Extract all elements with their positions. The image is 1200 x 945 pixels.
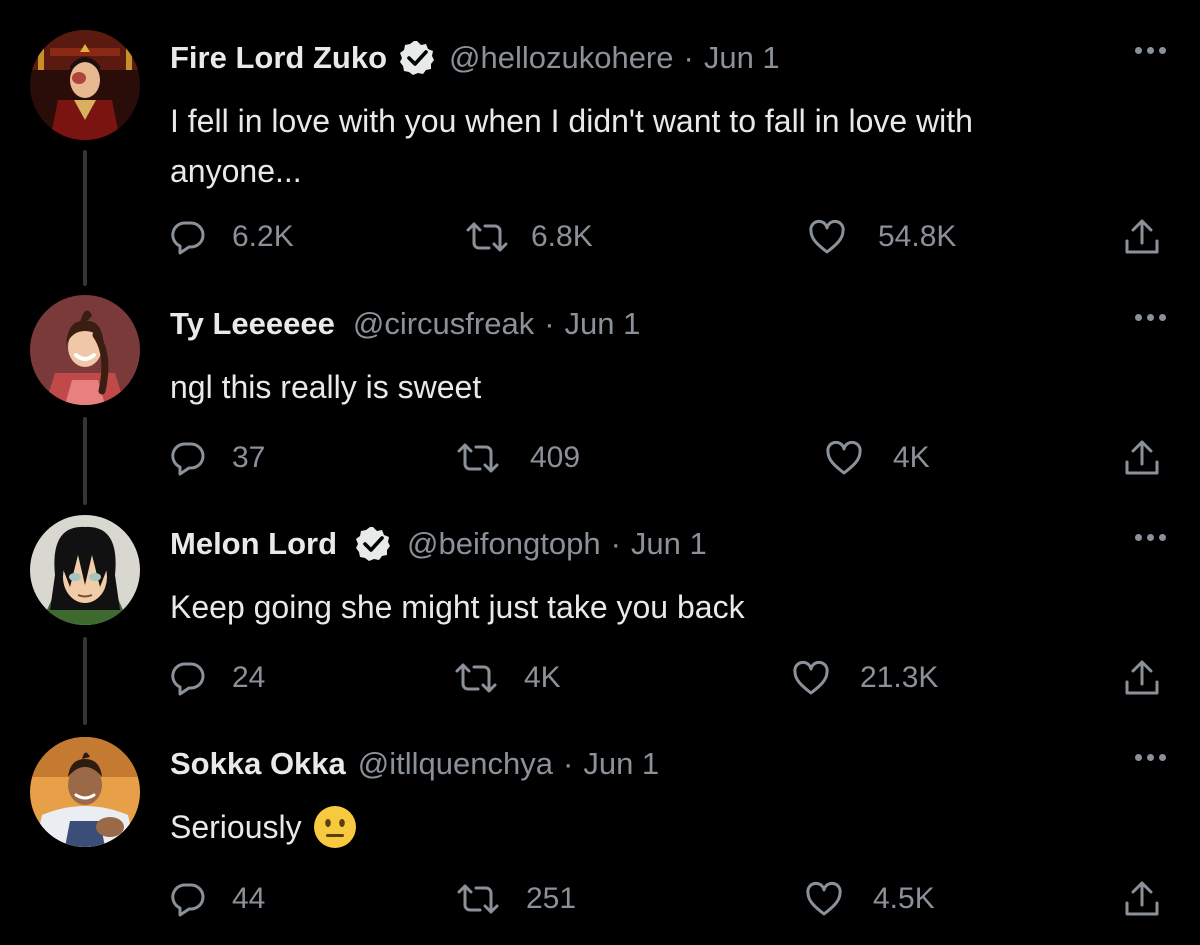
reply-count: 6.2K	[232, 220, 294, 253]
like-button[interactable]: 4K	[825, 433, 930, 483]
tweet-text: Keep going she might just take you back	[170, 582, 1110, 632]
verified-badge-icon	[399, 40, 435, 76]
tweet-header: Sokka Okka @itllquenchya · Jun 1	[170, 742, 659, 786]
tweet-text-body: I fell in love with you when I didn't wa…	[170, 103, 973, 189]
retweet-icon	[455, 663, 497, 693]
reply-button[interactable]: 24	[170, 653, 265, 703]
tweet-header: Fire Lord Zuko @hellozukohere · Jun 1	[170, 36, 780, 80]
like-count: 21.3K	[860, 661, 939, 694]
retweet-count: 6.8K	[531, 220, 593, 253]
like-count: 4K	[893, 441, 930, 474]
tweet-header: Melon Lord @beifongtoph · Jun 1	[170, 522, 707, 566]
tweet[interactable]: Sokka Okka @itllquenchya · Jun 1 Serious…	[0, 710, 1200, 945]
tweet-text-body: Seriously	[170, 809, 302, 845]
tweet-date[interactable]: Jun 1	[583, 746, 659, 782]
tweet-text: ngl this really is sweet	[170, 362, 1110, 412]
like-button[interactable]: 54.8K	[808, 212, 956, 262]
avatar[interactable]	[30, 737, 140, 847]
separator: ·	[610, 526, 621, 561]
tweet-date[interactable]: Jun 1	[565, 306, 641, 342]
heart-icon	[826, 440, 862, 475]
tweet-header: Ty Leeeeee @circusfreak · Jun 1	[170, 302, 640, 346]
reply-count: 24	[232, 661, 266, 694]
like-count: 4.5K	[873, 882, 935, 915]
share-button[interactable]	[1122, 433, 1162, 483]
more-icon[interactable]	[1130, 40, 1170, 60]
tweet-actions: 6.2K 6.8K 54.8K	[0, 212, 1200, 262]
avatar[interactable]	[30, 515, 140, 625]
share-button[interactable]	[1122, 212, 1162, 262]
tweet-text: Seriously	[170, 802, 1110, 852]
like-count: 54.8K	[878, 220, 957, 253]
handle[interactable]: @beifongtoph	[407, 526, 601, 562]
heart-icon	[809, 219, 845, 254]
share-button[interactable]	[1122, 653, 1162, 703]
retweet-count: 409	[530, 441, 581, 474]
share-icon	[1125, 660, 1159, 695]
tweet-date[interactable]: Jun 1	[631, 526, 707, 562]
reply-icon	[171, 883, 205, 917]
tweet-thread: Fire Lord Zuko @hellozukohere · Jun 1 I …	[0, 0, 1200, 945]
tweet-text-body: ngl this really is sweet	[170, 369, 482, 405]
display-name[interactable]: Melon Lord	[170, 526, 337, 562]
retweet-icon	[457, 443, 499, 473]
separator: ·	[544, 306, 555, 341]
retweet-icon	[466, 222, 508, 252]
share-icon	[1125, 219, 1159, 254]
verified-badge-icon	[355, 526, 391, 562]
tweet-date[interactable]: Jun 1	[704, 40, 780, 76]
tweet[interactable]: Ty Leeeeee @circusfreak · Jun 1 ngl this…	[0, 270, 1200, 505]
handle[interactable]: @itllquenchya	[358, 746, 553, 782]
share-button[interactable]	[1122, 874, 1162, 924]
more-icon[interactable]	[1130, 527, 1170, 547]
retweet-count: 251	[526, 882, 577, 915]
share-icon	[1125, 881, 1159, 916]
tweet[interactable]: Fire Lord Zuko @hellozukohere · Jun 1 I …	[0, 0, 1200, 286]
display-name[interactable]: Ty Leeeeee	[170, 306, 335, 342]
avatar[interactable]	[30, 295, 140, 405]
separator: ·	[683, 40, 694, 75]
retweet-button[interactable]: 251	[456, 874, 576, 924]
tweet-actions: 37 409 4K	[0, 433, 1200, 483]
more-icon[interactable]	[1130, 307, 1170, 327]
retweet-button[interactable]: 6.8K	[465, 212, 593, 262]
like-button[interactable]: 21.3K	[792, 653, 938, 703]
handle[interactable]: @circusfreak	[353, 306, 534, 342]
retweet-icon	[457, 884, 499, 914]
heart-icon	[806, 881, 842, 916]
reply-icon	[171, 662, 205, 696]
retweet-button[interactable]: 4K	[454, 653, 561, 703]
retweet-count: 4K	[524, 661, 561, 694]
avatar[interactable]	[30, 30, 140, 140]
tweet-text: I fell in love with you when I didn't wa…	[170, 96, 1110, 196]
tweet-actions: 24 4K 21.3K	[0, 653, 1200, 703]
tweet-text-body: Keep going she might just take you back	[170, 589, 745, 625]
heart-icon	[793, 660, 829, 695]
share-icon	[1125, 440, 1159, 475]
reply-button[interactable]: 37	[170, 433, 265, 483]
retweet-button[interactable]: 409	[456, 433, 580, 483]
display-name[interactable]: Sokka Okka	[170, 746, 346, 782]
tweet-actions: 44 251 4.5K	[0, 874, 1200, 924]
reply-count: 37	[232, 441, 266, 474]
like-button[interactable]: 4.5K	[805, 874, 935, 924]
handle[interactable]: @hellozukohere	[449, 40, 674, 76]
reply-count: 44	[232, 882, 266, 915]
neutral-face-emoji	[312, 804, 358, 850]
display-name[interactable]: Fire Lord Zuko	[170, 40, 387, 76]
more-icon[interactable]	[1130, 747, 1170, 767]
separator: ·	[563, 746, 574, 781]
reply-icon	[171, 221, 205, 255]
reply-button[interactable]: 44	[170, 874, 265, 924]
reply-icon	[171, 442, 205, 476]
tweet[interactable]: Melon Lord @beifongtoph · Jun 1 Keep goi…	[0, 490, 1200, 725]
reply-button[interactable]: 6.2K	[170, 212, 294, 262]
